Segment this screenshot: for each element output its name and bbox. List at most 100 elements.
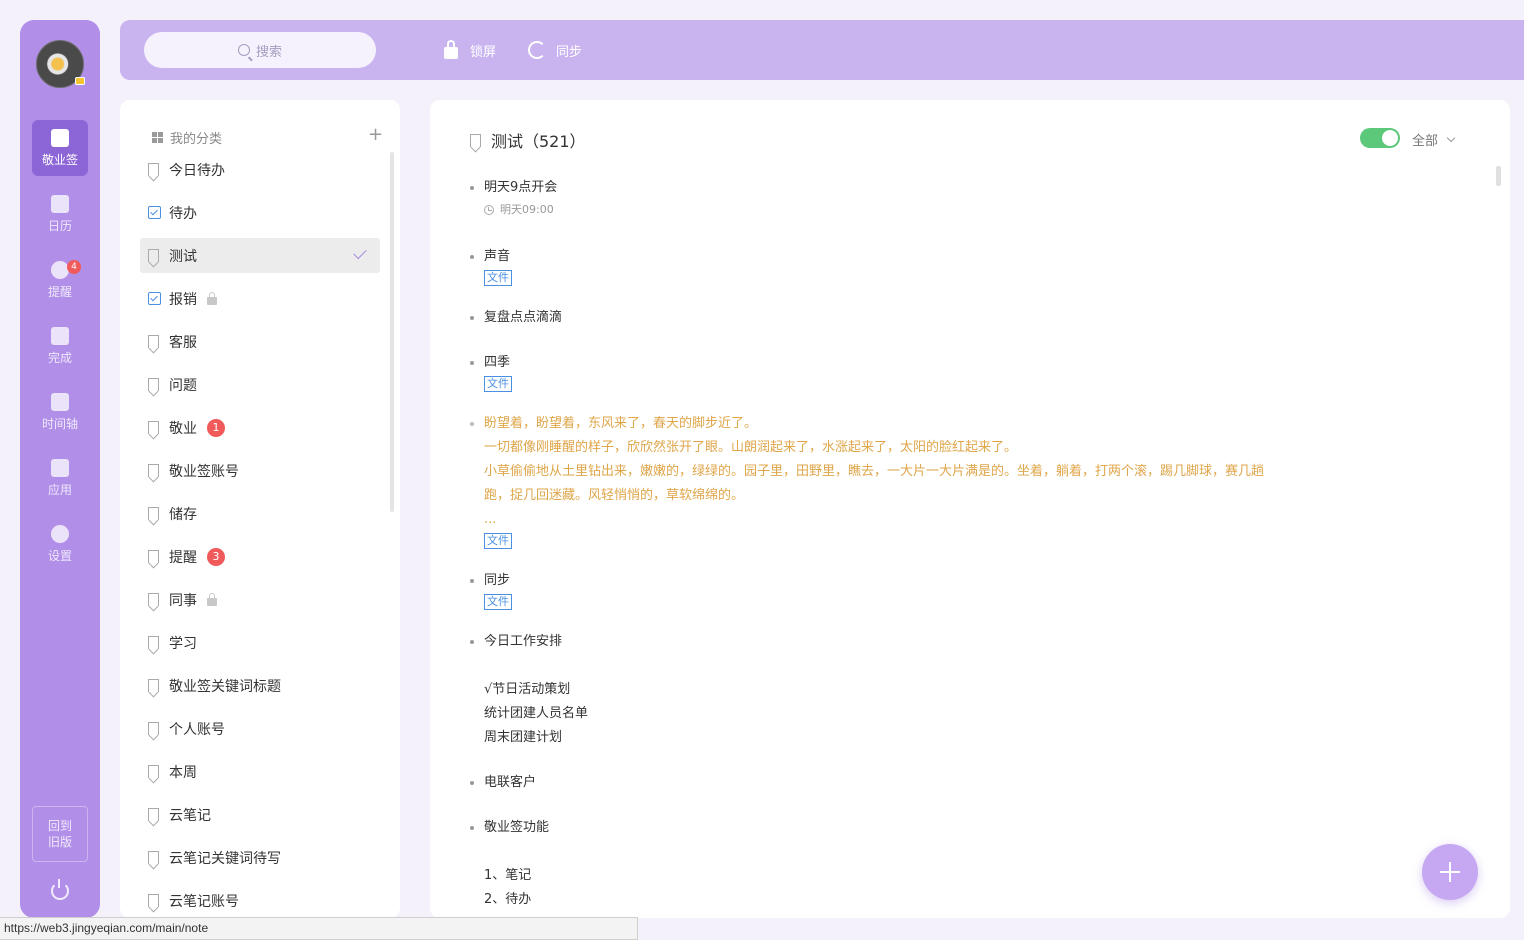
rail-item-label: 时间轴 (41, 416, 78, 431)
category-item[interactable]: 本周 (140, 754, 380, 789)
rail-item-label: 完成 (47, 350, 72, 365)
bookmark-icon (148, 851, 159, 864)
category-item[interactable]: 学习 (140, 625, 380, 660)
category-item-label: 测试 (169, 248, 197, 265)
add-category-button[interactable]: + (368, 126, 383, 144)
category-list: 今日待办待办测试报销客服问题敬业 1 敬业签账号储存提醒 3 同事学习敬业签关键词标题个… (140, 152, 380, 918)
rail-item-timeline[interactable]: 时间轴 (32, 384, 88, 440)
category-item[interactable]: 报销 (140, 281, 380, 316)
category-scrollbar[interactable] (390, 152, 394, 512)
rail-item-calendar[interactable]: 日历 (32, 186, 88, 242)
clock-icon (484, 205, 494, 215)
rail-item-notes[interactable]: 敬业签 (32, 120, 88, 176)
bookmark-icon (148, 421, 159, 434)
bookmark-icon (148, 378, 159, 391)
sync-button[interactable]: 同步 (528, 40, 582, 60)
lock-icon (207, 592, 217, 606)
file-attachment-tag[interactable]: 文件 (484, 594, 512, 610)
category-item[interactable]: 云笔记账号 (140, 883, 380, 918)
note-item[interactable]: 明天9点开会 明天09:00 (470, 176, 557, 218)
category-item[interactable]: 敬业签账号 (140, 453, 380, 488)
search-placeholder: 搜索 (255, 44, 282, 60)
note-line: 声音 (484, 249, 511, 264)
apps-icon (51, 458, 69, 477)
note-line: 1、笔记 (484, 868, 532, 883)
note-item[interactable]: 敬业签功能 1、笔记 2、待办 (470, 816, 549, 912)
category-item[interactable]: 客服 (140, 324, 380, 359)
category-item[interactable]: 敬业签关键词标题 (140, 668, 380, 703)
note-item[interactable]: 今日工作安排 √节日活动策划 统计团建人员名单 周末团建计划 (470, 630, 588, 750)
power-icon[interactable] (51, 879, 69, 900)
note-line: 今日工作安排 (484, 634, 563, 649)
add-note-button[interactable] (1422, 844, 1478, 900)
category-panel: 我的分类 + 今日待办 待办 测试 报销 客服 问题 敬业 1 敬业签账号 储存 提醒 3 同事 学习 敬业… (120, 100, 400, 918)
note-item[interactable]: 声音 文件 (470, 245, 512, 286)
category-item[interactable]: 敬业 1 (140, 410, 380, 445)
category-item[interactable]: 同事 (140, 582, 380, 617)
page-title: 测试（521） (491, 132, 586, 151)
category-item[interactable]: 测试 (140, 238, 380, 273)
category-item-label: 同事 (169, 592, 197, 609)
search-input[interactable]: 搜索 (144, 32, 376, 68)
rail-item-settings[interactable]: 设置 (32, 516, 88, 572)
note-line: 同步 (484, 573, 511, 588)
category-item-label: 云笔记账号 (169, 893, 239, 910)
note-item[interactable]: 电联客户 (470, 771, 536, 795)
status-url: https://web3.jingyeqian.com/main/note (0, 917, 638, 940)
rail-item-done[interactable]: 完成 (32, 318, 88, 374)
bookmark-icon (148, 163, 159, 176)
category-item[interactable]: 问题 (140, 367, 380, 402)
show-toggle[interactable] (1360, 128, 1400, 148)
category-item[interactable]: 云笔记关键词待写 (140, 840, 380, 875)
rail-item-label: 应用 (47, 482, 72, 497)
lock-screen-label: 锁屏 (470, 44, 497, 60)
rail-item-label: 提醒 (47, 284, 72, 299)
note-item[interactable]: 四季 文件 (470, 351, 512, 392)
category-item-label: 敬业签关键词标题 (169, 678, 281, 695)
left-rail: 敬业签 日历 4 提醒 完成 时间轴 应用 设置 回到旧版 (20, 20, 100, 918)
category-item-label: 提醒 (169, 549, 197, 566)
check-icon (353, 245, 367, 260)
category-item-label: 云笔记关键词待写 (169, 850, 281, 867)
grid-icon (152, 132, 163, 143)
file-attachment-tag[interactable]: 文件 (484, 270, 512, 286)
category-item-label: 敬业 (169, 420, 197, 437)
bookmark-icon (148, 808, 159, 821)
bookmark-icon (148, 636, 159, 649)
rail-item-reminders[interactable]: 4 提醒 (32, 252, 88, 308)
note-scrollbar[interactable] (1496, 166, 1501, 186)
category-item[interactable]: 个人账号 (140, 711, 380, 746)
reminder-time: 明天09:00 (484, 202, 557, 218)
bullet-icon (470, 255, 474, 259)
back-to-old-version-button[interactable]: 回到旧版 (32, 806, 88, 862)
bullet-icon (470, 826, 474, 830)
lock-screen-button[interactable]: 锁屏 (444, 40, 496, 60)
filter-dropdown[interactable]: 全部 (1412, 130, 1456, 149)
avatar[interactable] (36, 40, 85, 88)
note-item[interactable]: 盼望着，盼望着，东风来了，春天的脚步近了。 一切都像刚睡醒的样子，欣欣然张开了眼。… (470, 412, 1265, 549)
file-attachment-tag[interactable]: 文件 (484, 533, 512, 549)
bullet-icon (470, 640, 474, 644)
category-item[interactable]: 待办 (140, 195, 380, 230)
bookmark-icon (148, 593, 159, 606)
bookmark-icon (148, 507, 159, 520)
bullet-icon (470, 422, 474, 426)
file-attachment-tag[interactable]: 文件 (484, 376, 512, 392)
rail-item-apps[interactable]: 应用 (32, 450, 88, 506)
category-item[interactable]: 储存 (140, 496, 380, 531)
category-item[interactable]: 云笔记 (140, 797, 380, 832)
vip-badge-icon (75, 77, 85, 85)
chevron-down-icon (1446, 133, 1456, 142)
note-item[interactable]: 同步 文件 (470, 569, 512, 610)
top-bar: 搜索 锁屏 同步 (120, 20, 1524, 80)
category-item-label: 个人账号 (169, 721, 225, 738)
note-item[interactable]: 复盘点点滴滴 (470, 306, 562, 330)
bookmark-icon (148, 722, 159, 735)
note-line: 小草偷偷地从土里钻出来，嫩嫩的，绿绿的。园子里，田野里，瞧去，一大片一大片满是的… (484, 464, 1265, 479)
note-list-header: 测试（521） (470, 128, 586, 152)
category-item[interactable]: 今日待办 (140, 152, 380, 187)
category-item[interactable]: 提醒 3 (140, 539, 380, 574)
rail-item-label: 设置 (47, 548, 72, 563)
category-header-label: 我的分类 (170, 132, 223, 147)
filter-label: 全部 (1412, 134, 1439, 149)
